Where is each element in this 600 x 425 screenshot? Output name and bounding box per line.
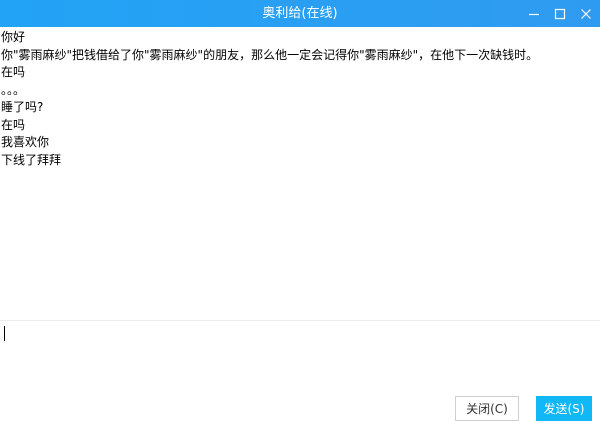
window-title: 奥利给(在线)	[262, 6, 338, 21]
message-item: 在吗	[1, 117, 26, 132]
message-item: 下线了拜拜	[1, 152, 62, 167]
title-bar: 奥利给(在线)	[0, 0, 600, 27]
message-item: 我喜欢你	[1, 135, 50, 149]
maximize-icon	[554, 8, 566, 19]
message-item: 你"雾雨麻纱"把钱借给了你"雾雨麻纱"的朋友，那么他一定会记得你"雾雨麻纱"，在…	[1, 47, 539, 62]
close-button[interactable]: 关闭(C)	[455, 396, 519, 421]
message-item: 。。。	[1, 82, 26, 97]
minimize-icon	[529, 13, 539, 15]
close-window-button[interactable]	[572, 0, 600, 27]
message-history: 你好 你"雾雨麻纱"把钱借给了你"雾雨麻纱"的朋友，那么他一定会记得你"雾雨麻纱…	[0, 27, 600, 320]
minimize-button[interactable]	[520, 0, 548, 27]
message-item: 睡了吗?	[1, 100, 44, 114]
message-item: 你好	[1, 30, 26, 44]
maximize-button[interactable]	[546, 0, 574, 27]
send-button[interactable]: 发送(S)	[536, 396, 592, 421]
text-caret	[4, 326, 5, 341]
close-icon	[581, 8, 591, 19]
message-item: 在吗	[1, 65, 26, 79]
message-input[interactable]	[0, 321, 600, 389]
